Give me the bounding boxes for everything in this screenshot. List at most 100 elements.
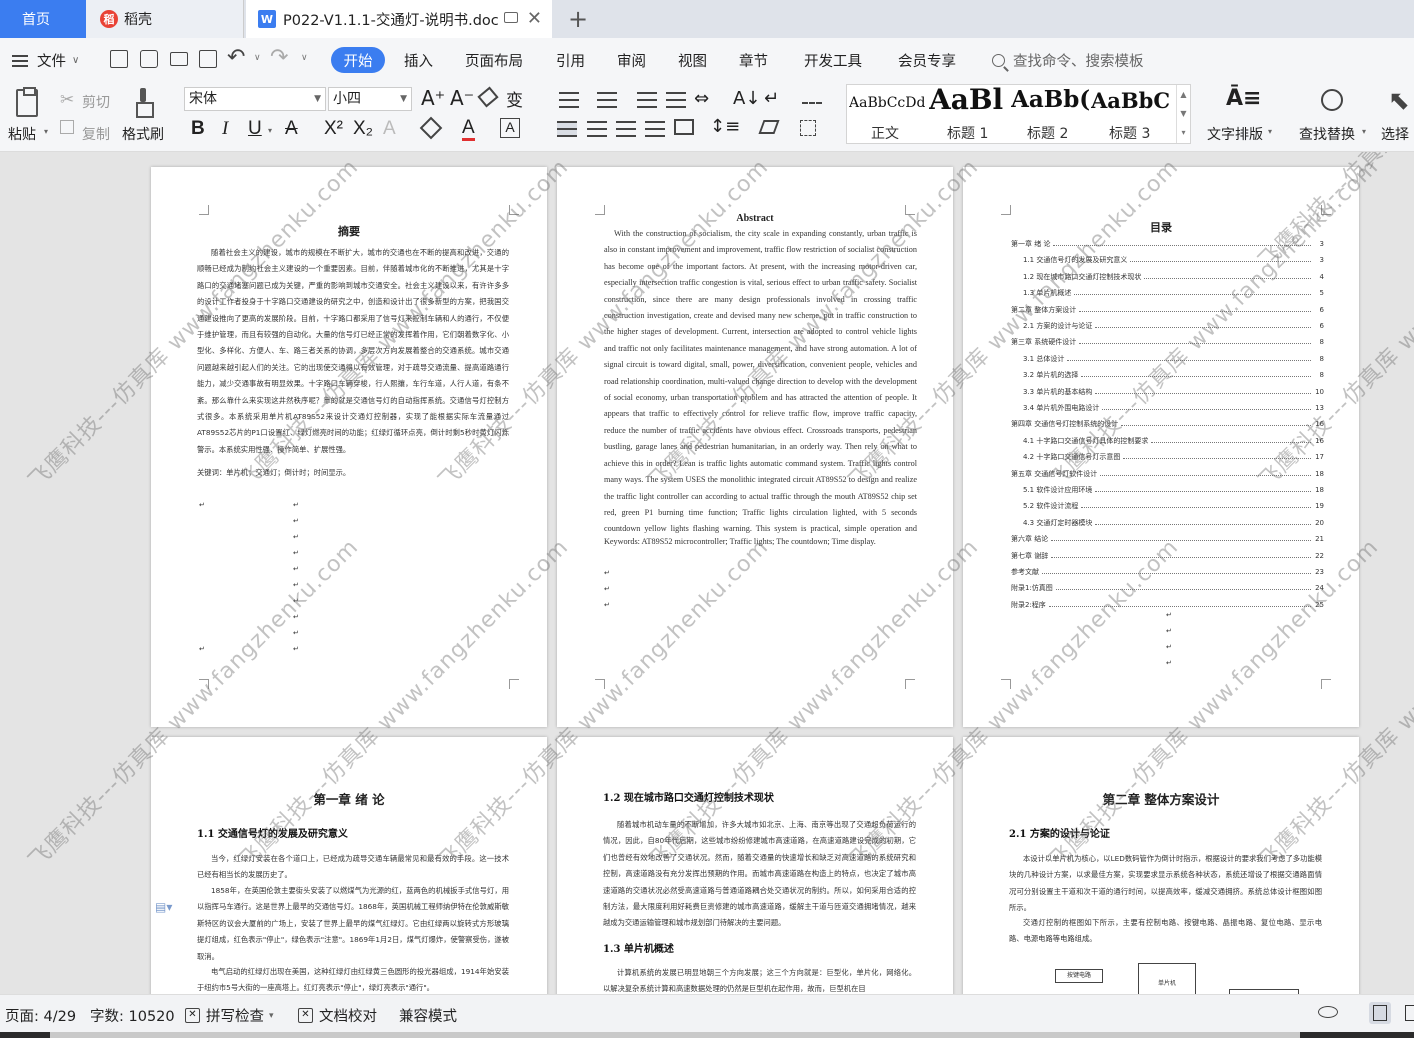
word-count[interactable]: 字数: 10520 bbox=[90, 1005, 175, 1026]
save-icon[interactable] bbox=[110, 50, 128, 68]
style-heading1[interactable]: AaBl 标题 1 bbox=[927, 85, 1007, 143]
new-tab-icon[interactable]: + bbox=[568, 5, 588, 33]
numbering-icon[interactable] bbox=[597, 92, 617, 108]
distributed-icon[interactable] bbox=[674, 119, 694, 135]
table-borders-icon[interactable] bbox=[802, 92, 822, 104]
redo-icon[interactable]: ↷ bbox=[270, 45, 288, 70]
spell-check-button[interactable]: ✕ 拼写检查 ▾ bbox=[185, 1005, 274, 1026]
copy-button[interactable]: 复制 bbox=[82, 124, 110, 144]
toc-entry[interactable]: 5.1 软件设计应用环境 18 bbox=[1023, 485, 1324, 495]
menu-tab-developer[interactable]: 开发工具 bbox=[804, 50, 862, 71]
align-left-icon[interactable] bbox=[557, 121, 577, 137]
page-chapter-1[interactable]: 第一章 绪 论 1.1 交通信号灯的发展及研究意义 当今，红绿灯安装在各个道口上… bbox=[151, 737, 547, 994]
increase-indent-icon[interactable] bbox=[666, 92, 686, 108]
paste-dropdown-icon[interactable]: ▾ bbox=[44, 127, 48, 136]
chinese-layout-icon[interactable]: ⇔ bbox=[694, 88, 709, 109]
page-toc[interactable]: 目录 第一章 绪 论 3 1.1 交通信号灯的发展及研究意义 3 1.2 现在城市路口交… bbox=[963, 167, 1359, 727]
eye-protection-icon[interactable] bbox=[1318, 1006, 1338, 1018]
toc-entry[interactable]: 5.2 软件设计流程 19 bbox=[1023, 501, 1324, 511]
paste-icon[interactable] bbox=[16, 87, 38, 117]
undo-dropdown-icon[interactable]: ∨ bbox=[254, 53, 261, 63]
font-size-select[interactable]: 小四 ▼ bbox=[328, 87, 412, 111]
document-workspace[interactable]: 摘要 随着社会主义的建设，城市的规模在不断扩大，城市的交通也在不断的提高和改进，… bbox=[0, 152, 1414, 994]
menu-tab-page-layout[interactable]: 页面布局 bbox=[465, 50, 523, 71]
tab-document[interactable]: W P022-V1.1.1-交通灯-说明书.doc ✕ bbox=[246, 0, 552, 38]
underline-dropdown-icon[interactable]: ▾ bbox=[268, 126, 272, 135]
text-effect-icon[interactable]: A bbox=[383, 118, 396, 140]
tab-daoke[interactable]: 稻 稻壳 bbox=[86, 0, 244, 38]
menu-tab-references[interactable]: 引用 bbox=[556, 50, 585, 71]
font-color-icon[interactable]: A bbox=[462, 118, 475, 141]
doc-proofread-button[interactable]: ✕ 文档校对 bbox=[298, 1005, 377, 1026]
command-search[interactable]: 查找命令、搜索模板 bbox=[992, 50, 1144, 71]
font-name-select[interactable]: 宋体 ▼ bbox=[184, 87, 326, 111]
toc-entry[interactable]: 第五章 交通信号灯软件设计 18 bbox=[1011, 469, 1324, 479]
menu-tab-insert[interactable]: 插入 bbox=[404, 50, 433, 71]
style-gallery-scroll[interactable]: ▲ ▼ ▾ bbox=[1176, 85, 1190, 143]
menu-tab-review[interactable]: 审阅 bbox=[617, 50, 646, 71]
toc-entry[interactable]: 第七章 谢辞 22 bbox=[1011, 551, 1324, 561]
toc-entry[interactable]: 3.2 单片机的选择 8 bbox=[1023, 370, 1324, 380]
menu-file[interactable]: 文件 ∨ bbox=[12, 50, 79, 71]
bullets-icon[interactable] bbox=[559, 92, 579, 108]
toc-entry[interactable]: 4.1 十字路口交通信号灯具体的控制要求 16 bbox=[1023, 436, 1324, 446]
toc-entry[interactable]: 第二章 整体方案设计 6 bbox=[1011, 305, 1324, 315]
undo-icon[interactable]: ↶ bbox=[227, 45, 245, 70]
borders-icon[interactable] bbox=[800, 120, 816, 136]
page-abstract-en[interactable]: Abstract With the construction of social… bbox=[557, 167, 953, 727]
toc-entry[interactable]: 3.4 单片机外围电路设计 13 bbox=[1023, 403, 1324, 413]
underline-button[interactable]: U bbox=[248, 118, 262, 140]
toc-entry[interactable]: 附录1:仿真图 24 bbox=[1011, 583, 1324, 593]
shrink-font-icon[interactable]: A⁻ bbox=[450, 86, 474, 110]
superscript-icon[interactable]: X² bbox=[324, 118, 343, 140]
paste-button[interactable]: 粘贴 bbox=[8, 124, 36, 144]
toc-entry[interactable]: 1.2 现在城市路口交通灯控制技术现状 4 bbox=[1023, 272, 1324, 282]
menu-tab-chapter[interactable]: 章节 bbox=[739, 50, 768, 71]
align-center-icon[interactable] bbox=[587, 121, 607, 137]
char-border-icon[interactable]: A bbox=[500, 118, 520, 138]
menu-tab-member[interactable]: 会员专享 bbox=[898, 50, 956, 71]
toc-entry[interactable]: 第三章 系统硬件设计 8 bbox=[1011, 337, 1324, 347]
menu-tab-start[interactable]: 开始 bbox=[331, 47, 385, 73]
toc-entry[interactable]: 3.3 单片机的基本结构 10 bbox=[1023, 387, 1324, 397]
justify-icon[interactable] bbox=[645, 121, 665, 137]
decrease-indent-icon[interactable] bbox=[637, 92, 657, 108]
toc-entry[interactable]: 4.2 十字路口交通信号灯示意图 17 bbox=[1023, 452, 1324, 462]
select-button[interactable]: 选择 bbox=[1381, 124, 1409, 144]
italic-button[interactable]: I bbox=[222, 118, 228, 140]
cut-button[interactable]: 剪切 bbox=[82, 92, 110, 112]
toc-entry[interactable]: 1.1 交通信号灯的发展及研究意义 3 bbox=[1023, 255, 1324, 265]
line-spacing-icon[interactable]: ↕≡ bbox=[710, 116, 740, 137]
toc-entry[interactable]: 2.1 方案的设计与论证 6 bbox=[1023, 321, 1324, 331]
align-right-icon[interactable] bbox=[616, 121, 636, 137]
window-icon[interactable] bbox=[504, 12, 518, 23]
strikethrough-icon[interactable]: A bbox=[285, 118, 298, 140]
quick-access-dropdown-icon[interactable]: ∨ bbox=[301, 53, 308, 63]
close-tab-icon[interactable]: ✕ bbox=[527, 8, 542, 29]
page-abstract-cn[interactable]: 摘要 随着社会主义的建设，城市的规模在不断扩大，城市的交通也在不断的提高和改进，… bbox=[151, 167, 547, 727]
print-preview-icon[interactable] bbox=[199, 50, 217, 68]
grow-font-icon[interactable]: A⁺ bbox=[421, 86, 445, 110]
style-heading3[interactable]: AaBbC 标题 3 bbox=[1091, 85, 1176, 143]
print-icon[interactable] bbox=[170, 52, 188, 66]
page-count[interactable]: 页面: 4/29 bbox=[5, 1005, 76, 1026]
phonetic-guide-icon[interactable]: 变 bbox=[506, 86, 523, 111]
sort-icon[interactable]: A↓ bbox=[733, 88, 760, 109]
toc-entry[interactable]: 1.3 单片机概述 5 bbox=[1023, 288, 1324, 298]
text-layout-button[interactable]: 文字排版 bbox=[1207, 124, 1263, 144]
style-normal[interactable]: AaBbCcDd 正文 bbox=[847, 85, 927, 143]
toc-entry[interactable]: 第一章 绪 论 3 bbox=[1011, 239, 1324, 249]
tab-home[interactable]: 首页 bbox=[0, 0, 86, 38]
toc-entry[interactable]: 3.1 总体设计 8 bbox=[1023, 354, 1324, 364]
style-heading2[interactable]: AaBb( 标题 2 bbox=[1009, 85, 1089, 143]
toc-entry[interactable]: 参考文献 23 bbox=[1011, 567, 1324, 577]
format-painter-button[interactable]: 格式刷 bbox=[122, 124, 164, 144]
subscript-icon[interactable]: X₂ bbox=[353, 118, 373, 140]
export-pdf-icon[interactable] bbox=[140, 50, 158, 68]
bold-button[interactable]: B bbox=[191, 118, 205, 140]
outline-view-icon[interactable] bbox=[1405, 1005, 1414, 1021]
page-chapter-2[interactable]: 第二章 整体方案设计 2.1 方案的设计与论证 本设计以单片机为核心，以LED数… bbox=[963, 737, 1359, 994]
menu-tab-view[interactable]: 视图 bbox=[678, 50, 707, 71]
find-replace-button[interactable]: 查找替换 bbox=[1299, 124, 1355, 144]
paste-options-icon[interactable]: ▤▾ bbox=[155, 900, 172, 914]
